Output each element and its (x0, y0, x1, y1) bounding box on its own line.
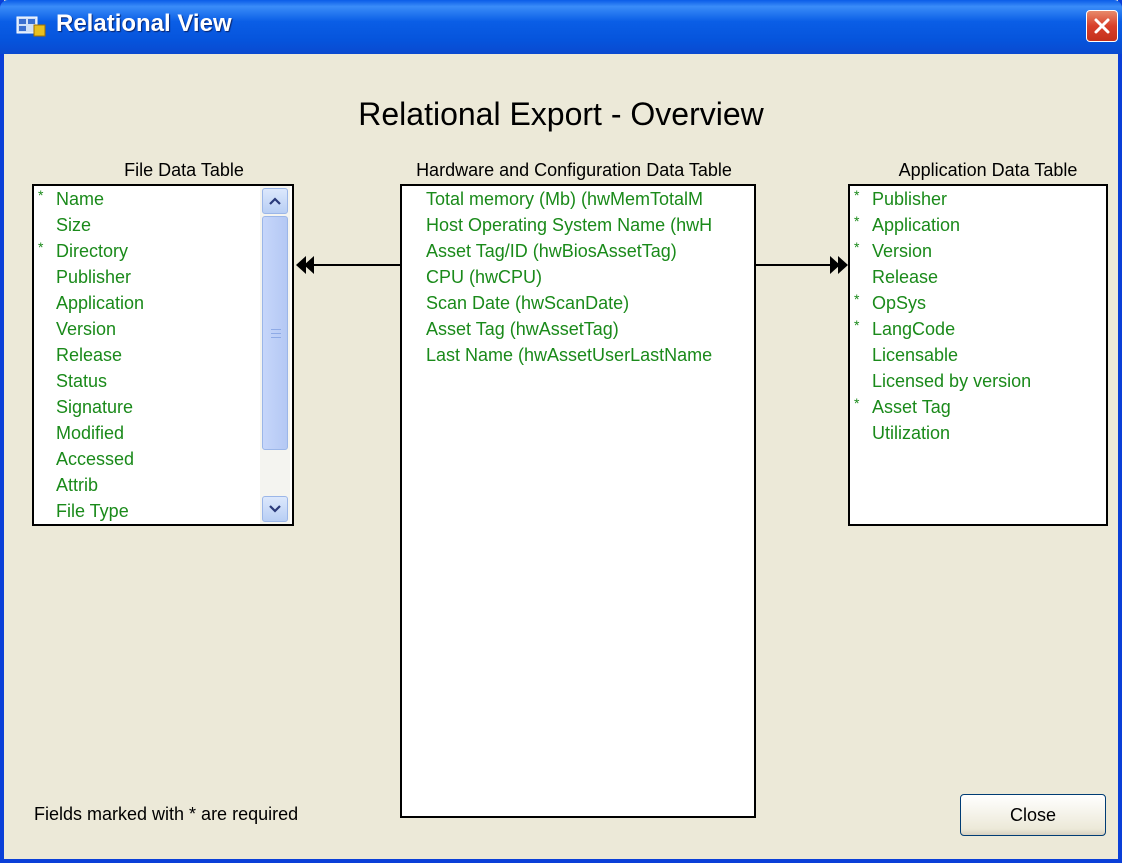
list-item-label: Scan Date (hwScanDate) (426, 293, 630, 313)
list-item-label: Release (872, 267, 939, 287)
list-item-label: Asset Tag (872, 397, 951, 417)
application-data-listbox[interactable]: * Publisher * Application * Version Release * Op… (848, 184, 1108, 526)
page-heading: Relational Export - Overview (358, 96, 764, 132)
hardware-table-label: Hardware and Configuration Data Table (416, 160, 732, 180)
close-button[interactable]: Close (960, 794, 1106, 836)
list-item-label: Name (56, 189, 105, 209)
list-item-label: Status (56, 371, 108, 391)
required-marker: * (38, 187, 44, 203)
scroll-down-button[interactable] (262, 496, 288, 522)
required-marker: * (854, 187, 860, 203)
list-item-label: LangCode (872, 319, 956, 339)
required-marker: * (854, 395, 860, 411)
list-item-label: Publisher (872, 189, 948, 209)
list-item-label: Licensed by version (872, 371, 1032, 391)
required-fields-note: Fields marked with * are required (34, 804, 299, 824)
hardware-data-listbox[interactable]: Total memory (Mb) (hwMemTotalM Host Opera… (400, 184, 756, 818)
application-table-label: Application Data Table (898, 160, 1078, 180)
hardware-to-application-connector (756, 256, 848, 274)
list-item-label: Directory (56, 241, 129, 261)
list-item-label: Version (872, 241, 933, 261)
list-item-label: Release (56, 345, 123, 365)
file-list-scrollbar[interactable] (260, 186, 290, 524)
list-item-label: Accessed (56, 449, 135, 469)
list-item-label: Last Name (hwAssetUserLastName (426, 345, 713, 365)
scroll-thumb[interactable] (262, 216, 288, 450)
required-marker: * (38, 239, 44, 255)
file-table-label: File Data Table (124, 160, 244, 180)
close-window-button[interactable] (1086, 10, 1118, 42)
list-item-label: Version (56, 319, 117, 339)
window-title: Relational View (56, 10, 232, 37)
scroll-up-button[interactable] (262, 188, 288, 214)
list-item-label: Total memory (Mb) (hwMemTotalM (426, 189, 704, 209)
list-item-label: File Type (56, 501, 129, 521)
list-item-label: Utilization (872, 423, 951, 443)
list-item-label: CPU (hwCPU) (426, 267, 543, 287)
file-to-hardware-connector (296, 256, 402, 274)
list-item-label: Modified (56, 423, 125, 443)
list-item-label: Application (872, 215, 961, 235)
list-item-label: Licensable (872, 345, 959, 365)
required-marker: * (854, 213, 860, 229)
list-item-label: Signature (56, 397, 134, 417)
chevron-up-icon (269, 197, 281, 205)
close-icon (1094, 18, 1110, 34)
list-item-label: Publisher (56, 267, 132, 287)
chevron-down-icon (269, 505, 281, 513)
list-item-label: Application (56, 293, 145, 313)
list-item-label: Attrib (56, 475, 99, 495)
relational-view-icon (16, 16, 46, 37)
title-bar[interactable]: Relational View (0, 0, 1122, 54)
list-item-label: Host Operating System Name (hwH (426, 215, 713, 235)
list-item-label: Asset Tag/ID (hwBiosAssetTag) (426, 241, 677, 261)
file-data-listbox[interactable]: * Name Size * Directory Publisher Application V… (32, 184, 294, 526)
list-item-label: OpSys (872, 293, 927, 313)
required-marker: * (854, 239, 860, 255)
list-item-label: Asset Tag (hwAssetTag) (426, 319, 619, 339)
required-marker: * (854, 317, 860, 333)
relational-view-window: Relational View Relational Export - Over… (0, 0, 1122, 863)
required-marker: * (854, 291, 860, 307)
list-item-label: Size (56, 215, 92, 235)
